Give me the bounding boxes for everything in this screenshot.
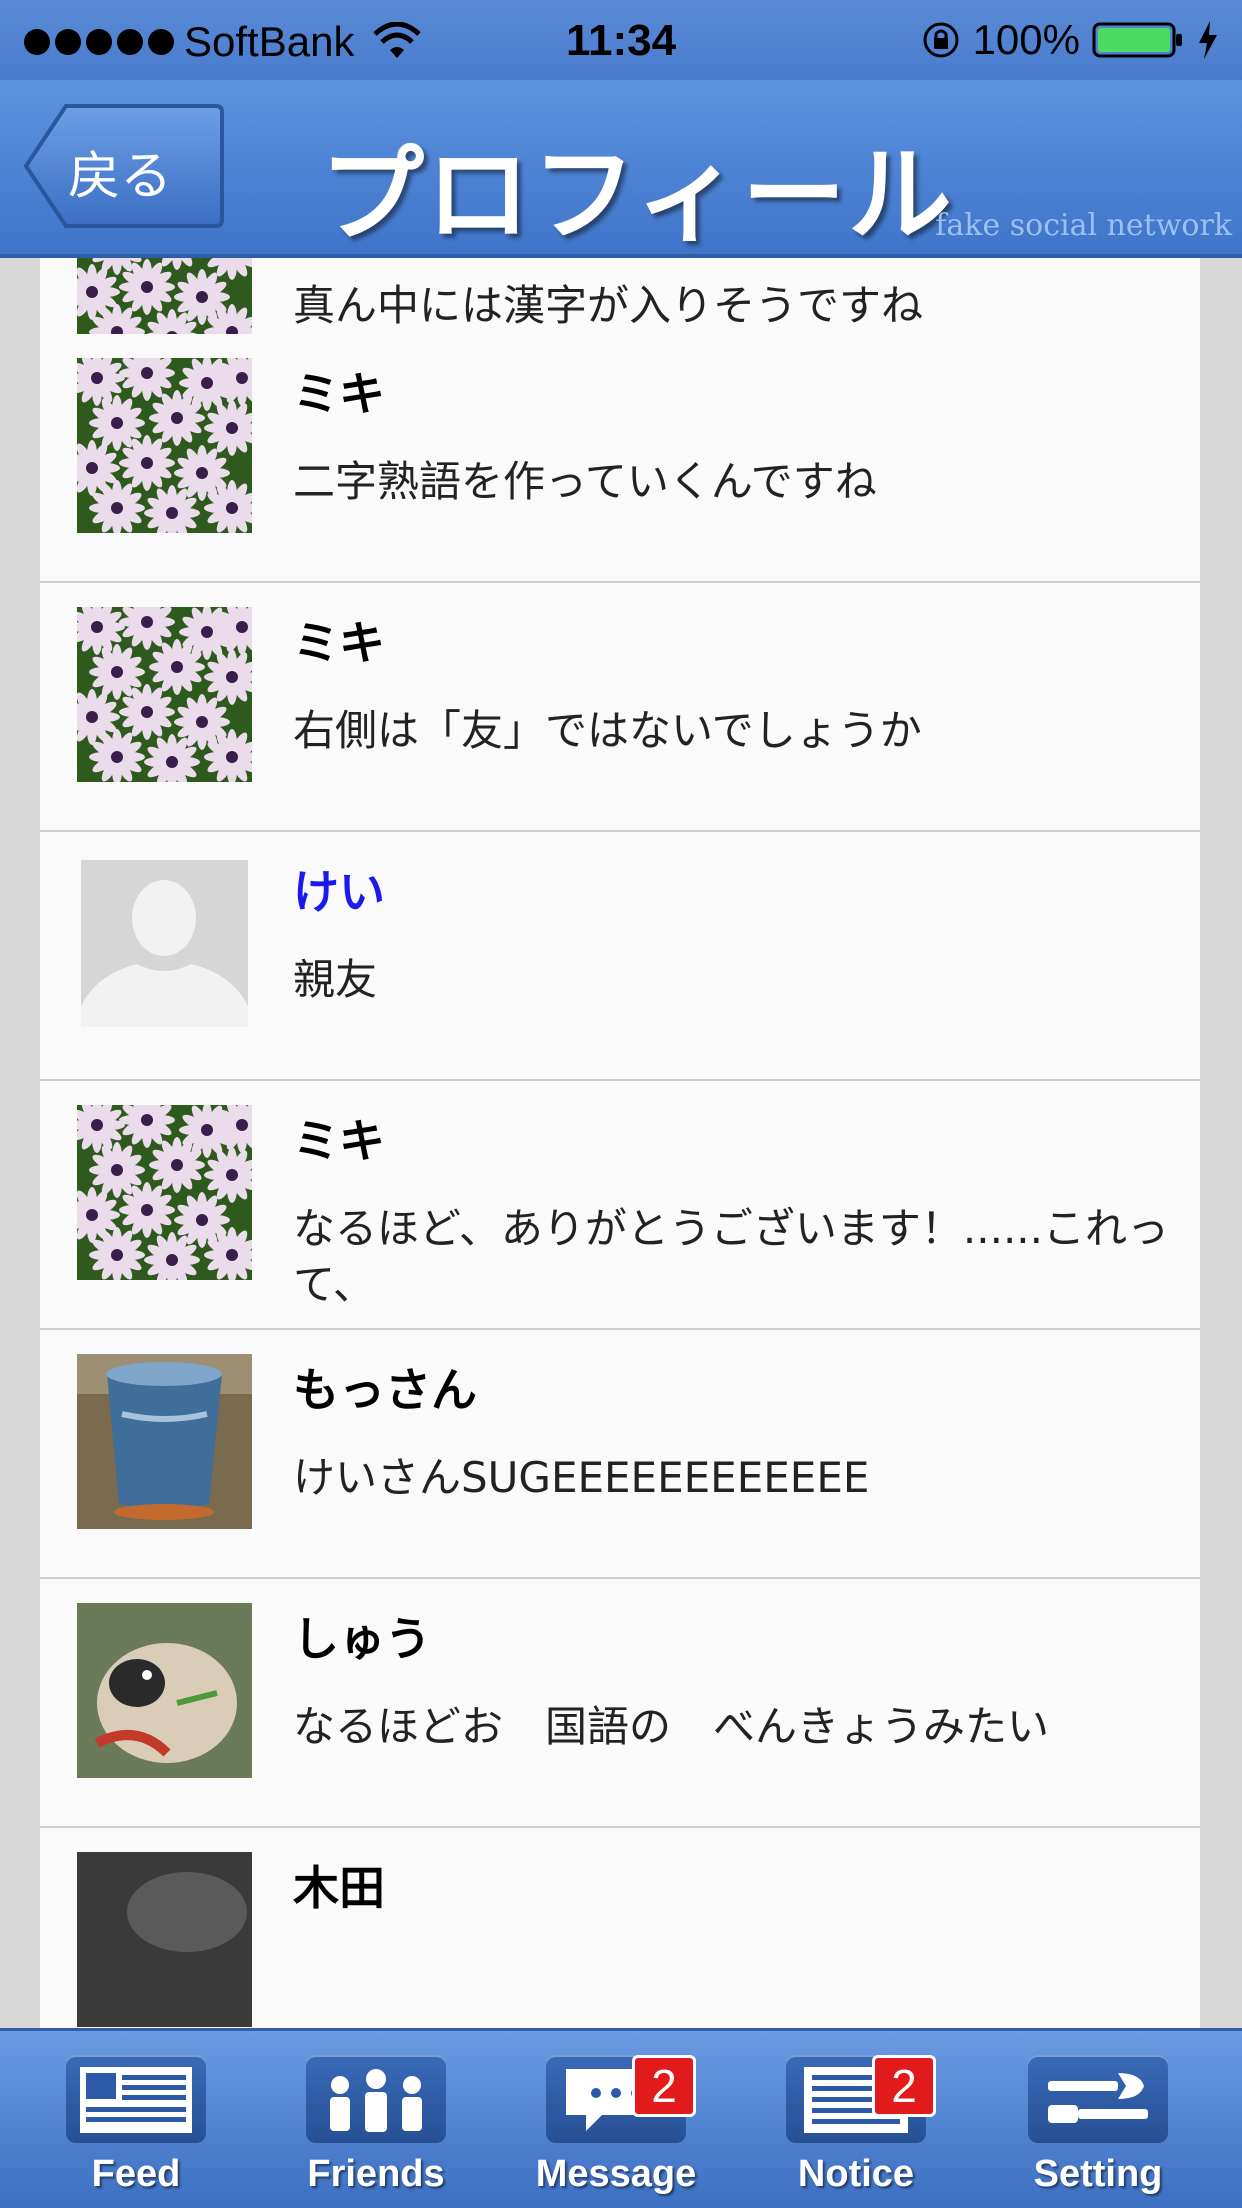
comment-row[interactable]: ミキなるほど、ありがとうございます！......これって、 <box>40 1081 1200 1331</box>
comment-text: 右側は「友」ではないでしょうか <box>293 706 922 755</box>
rotation-lock-icon <box>923 22 959 58</box>
comment-username: ミキ <box>293 1114 385 1168</box>
tab-label: Feed <box>91 2153 181 2195</box>
comment-row[interactable]: しゅうなるほどお 国語の べんきょうみたい <box>40 1579 1200 1829</box>
tab-message[interactable]: 2 Message <box>512 2031 712 2208</box>
status-bar: SoftBank 11:34 100% <box>0 0 1242 80</box>
friends-icon <box>306 2055 446 2143</box>
comment-list[interactable]: ミキ真ん中には漢字が入りそうですねミキ二字熟語を作っていくんですねミキ右側は「友… <box>40 258 1200 2028</box>
message-badge: 2 <box>632 2055 696 2117</box>
avatar[interactable] <box>77 1852 252 2027</box>
avatar[interactable] <box>77 358 252 533</box>
page-title: プロフィール <box>320 134 954 256</box>
setting-icon <box>1028 2055 1168 2143</box>
comment-username: ミキ <box>293 367 385 421</box>
tab-setting[interactable]: Setting <box>994 2031 1194 2208</box>
avatar[interactable] <box>77 607 252 782</box>
comment-username: ミキ <box>293 616 385 670</box>
comment-row[interactable]: もっさんけいさんSUGEEEEEEEEEEEE <box>40 1330 1200 1580</box>
tab-label: Message <box>535 2153 697 2195</box>
avatar[interactable] <box>77 1603 252 1778</box>
feed-icon <box>66 2055 206 2143</box>
notice-badge: 2 <box>872 2055 936 2117</box>
battery-percent: 100% <box>972 16 1080 63</box>
tab-notice[interactable]: 2 Notice <box>752 2031 952 2208</box>
back-button[interactable]: 戻る <box>20 102 225 230</box>
comment-text: けいさんSUGEEEEEEEEEEEE <box>293 1453 870 1502</box>
avatar[interactable] <box>77 1105 252 1280</box>
tab-friends[interactable]: Friends <box>272 2031 472 2208</box>
comment-text: 親友 <box>293 955 378 1004</box>
comment-text: 二字熟語を作っていくんですね <box>293 457 877 506</box>
comment-row[interactable]: 木田 <box>40 1828 1200 2028</box>
back-button-label: 戻る <box>68 147 173 207</box>
comment-row[interactable]: けい 親友 <box>40 832 1200 1082</box>
comment-text: なるほど、ありがとうございます！......これって、 <box>293 1204 1170 1309</box>
battery-icon <box>1092 22 1182 58</box>
tab-label: Friends <box>307 2153 445 2195</box>
tab-label: Setting <box>1033 2153 1163 2195</box>
tab-label: Notice <box>797 2153 915 2195</box>
app-watermark: fake social network <box>935 208 1232 243</box>
charging-icon <box>1199 21 1217 59</box>
comment-username: もっさん <box>293 1363 477 1417</box>
battery-info: 100% <box>921 16 1220 64</box>
tab-bar: Feed Friends 2 Message 2 Notice Setting <box>0 2028 1242 2208</box>
comment-text: 真ん中には漢字が入りそうですね <box>293 281 924 330</box>
comment-row[interactable]: ミキ右側は「友」ではないでしょうか <box>40 583 1200 833</box>
navigation-bar: 戻る プロフィール fake social network <box>0 80 1242 258</box>
comment-username: しゅう <box>293 1612 431 1666</box>
avatar[interactable] <box>77 1354 252 1529</box>
comment-username: 木田 <box>293 1861 385 1915</box>
comment-row[interactable]: ミキ二字熟語を作っていくんですね <box>40 334 1200 584</box>
avatar[interactable] <box>77 856 252 1031</box>
tab-feed[interactable]: Feed <box>32 2031 232 2208</box>
comment-text: なるほどお 国語の べんきょうみたい <box>293 1702 1050 1751</box>
comment-username[interactable]: けい <box>293 856 385 922</box>
